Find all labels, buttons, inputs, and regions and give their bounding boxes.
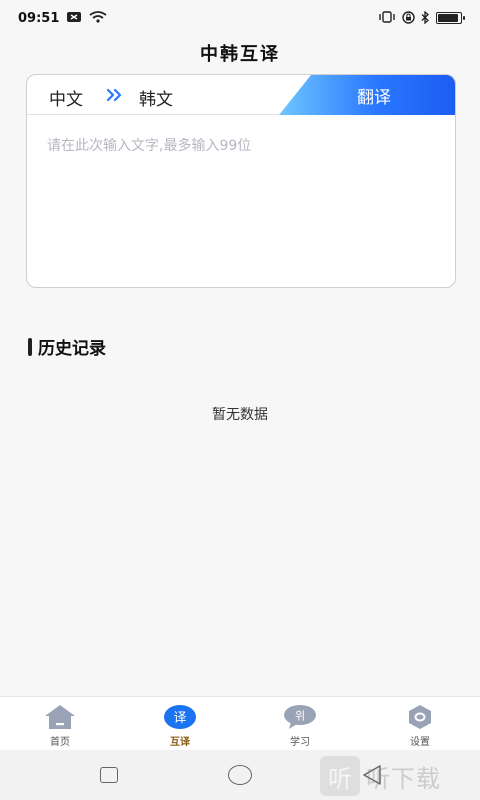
history-heading: 历史记录	[28, 334, 106, 359]
translate-button[interactable]: 翻译	[279, 75, 455, 115]
home-circle-icon[interactable]	[228, 765, 252, 785]
translate-card: 中文 韩文 翻译	[26, 74, 456, 288]
tab-settings[interactable]: 设置	[360, 697, 480, 750]
language-bar: 中文 韩文 翻译	[27, 75, 455, 115]
recent-apps-icon[interactable]	[100, 767, 118, 783]
study-icon-glyph: 위	[295, 710, 305, 723]
watermark-glyph: 听	[320, 756, 360, 796]
tab-label-study: 学习	[290, 737, 310, 748]
lock-icon	[402, 10, 415, 26]
home-icon	[43, 703, 77, 731]
history-title: 历史记录	[38, 339, 106, 359]
battery-icon	[436, 12, 465, 24]
notification-icon	[67, 12, 82, 24]
watermark-logo: 听 听下载	[320, 756, 441, 796]
source-language[interactable]: 中文	[49, 85, 83, 110]
translate-input[interactable]	[27, 117, 455, 287]
page-title: 中韩互译	[200, 44, 280, 65]
tab-translate[interactable]: 译 互译	[120, 697, 240, 750]
translate-button-label: 翻译	[357, 87, 391, 108]
battery-fill	[438, 14, 459, 22]
study-icon: 위	[283, 703, 317, 731]
tab-home[interactable]: 首页	[0, 697, 120, 750]
status-time: 09:51	[18, 10, 60, 26]
settings-icon	[403, 703, 437, 731]
translate-icon-glyph: 译	[173, 711, 186, 726]
tab-label-settings: 设置	[410, 737, 430, 748]
translate-icon: 译	[163, 703, 197, 731]
tab-label-translate: 互译	[170, 737, 190, 748]
double-chevron-right-icon[interactable]	[105, 86, 123, 104]
vibrate-icon	[378, 11, 396, 25]
heading-accent-bar	[28, 337, 32, 356]
tab-study[interactable]: 위 学习	[240, 697, 360, 750]
wifi-icon	[89, 11, 107, 25]
bottom-tab-bar: 首页 译 互译 위 学习 设置	[0, 696, 480, 750]
tab-label-home: 首页	[50, 737, 70, 748]
watermark-text: 听下载	[366, 764, 441, 793]
status-bar: 09:51	[0, 0, 480, 36]
empty-state-text: 暂无数据	[212, 407, 268, 423]
bluetooth-icon	[421, 10, 430, 26]
target-language[interactable]: 韩文	[139, 85, 173, 110]
